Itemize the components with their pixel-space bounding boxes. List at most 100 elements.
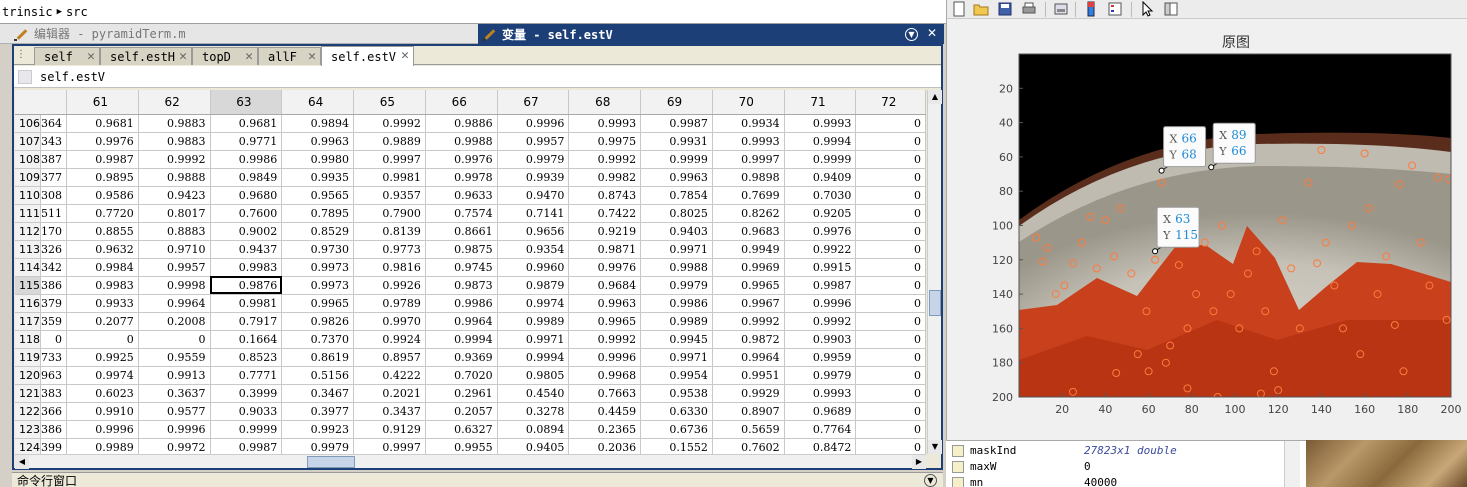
table-cell[interactable]: 0.9996 <box>497 114 570 133</box>
table-cell[interactable]: 0.9871 <box>568 240 642 259</box>
arrow-down-icon[interactable]: ▼ <box>928 440 942 454</box>
table-cell[interactable]: 0.9354 <box>497 240 570 259</box>
table-cell[interactable]: 0.9994 <box>425 330 498 349</box>
table-cell[interactable]: 0.9789 <box>353 294 426 313</box>
table-cell[interactable]: 0.9992 <box>568 330 642 349</box>
table-cell[interactable]: 0.9993 <box>568 114 642 133</box>
table-cell[interactable]: 0.7602 <box>712 438 785 454</box>
table-cell[interactable]: 0.9976 <box>784 222 857 241</box>
close-icon[interactable]: ✕ <box>308 49 316 64</box>
table-cell[interactable]: 0.9773 <box>353 240 426 259</box>
table-cell[interactable]: 0.9992 <box>353 114 426 133</box>
row-header[interactable]: 124 <box>15 438 41 454</box>
table-cell[interactable]: 0.9970 <box>353 312 426 331</box>
table-cell[interactable]: 0.9903 <box>784 330 857 349</box>
table-cell[interactable]: 0.9883 <box>138 132 211 151</box>
horizontal-scrollbar[interactable]: ◀ ▶ <box>15 454 926 469</box>
table-cell[interactable]: 0.9565 <box>281 186 355 205</box>
table-cell[interactable]: 0.9994 <box>497 348 570 367</box>
table-cell[interactable]: 0.9934 <box>712 114 785 133</box>
column-header[interactable]: 70 <box>712 90 785 115</box>
table-cell[interactable]: 0.9129 <box>353 420 426 439</box>
table-cell[interactable]: 0.9577 <box>138 402 211 421</box>
table-cell[interactable]: 0.9929 <box>712 384 785 403</box>
save-icon[interactable] <box>997 1 1013 17</box>
row-header[interactable]: 117 <box>15 312 41 331</box>
table-cell[interactable]: 0.9876 <box>210 276 283 295</box>
table-cell[interactable]: 0.9976 <box>66 132 139 151</box>
table-cell[interactable]: 0 <box>855 222 926 241</box>
table-cell[interactable]: 0.9992 <box>712 312 785 331</box>
table-cell[interactable]: 0.8472 <box>784 438 857 454</box>
table-cell[interactable]: 0.9955 <box>425 438 498 454</box>
table-cell[interactable]: 0 <box>855 168 926 187</box>
table-cell[interactable]: 0.1552 <box>640 438 713 454</box>
table-cell[interactable]: 0 <box>855 420 926 439</box>
table-cell[interactable]: 0.9559 <box>138 348 211 367</box>
arrow-right-icon[interactable]: ▶ <box>912 455 926 469</box>
table-cell[interactable]: 0.9945 <box>640 330 713 349</box>
table-cell[interactable]: 0.9951 <box>712 366 785 385</box>
table-cell[interactable]: 0.8957 <box>353 348 426 367</box>
table-cell[interactable]: 0.9681 <box>66 114 139 133</box>
table-cell[interactable]: 0.9996 <box>138 420 211 439</box>
table-cell[interactable]: 0.9964 <box>712 348 785 367</box>
table-cell[interactable]: 326 <box>40 240 67 259</box>
table-cell[interactable]: 0.9849 <box>210 168 283 187</box>
command-window-titlebar[interactable]: 命令行窗口 ▼ <box>12 472 943 487</box>
table-cell[interactable]: 0.4540 <box>497 384 570 403</box>
table-cell[interactable]: 0 <box>855 276 926 295</box>
table-cell[interactable]: 0.8661 <box>425 222 498 241</box>
table-cell[interactable]: 0.9805 <box>497 366 570 385</box>
image-plot[interactable]: 原图 20 40 60 80 100 120 140 160 180 200 20 40 60 80 10… <box>947 20 1467 440</box>
table-cell[interactable]: 0.2365 <box>568 420 642 439</box>
tab-self-estV[interactable]: self.estV ✕ <box>321 46 414 66</box>
table-cell[interactable]: 0.9964 <box>138 294 211 313</box>
table-cell[interactable]: 0.9730 <box>281 240 355 259</box>
table-cell[interactable]: 0.5659 <box>712 420 785 439</box>
row-header[interactable]: 111 <box>15 204 41 223</box>
table-cell[interactable]: 0 <box>855 402 926 421</box>
table-cell[interactable]: 0.9989 <box>66 438 139 454</box>
open-folder-icon[interactable] <box>973 1 989 17</box>
table-cell[interactable]: 0.9889 <box>353 132 426 151</box>
table-cell[interactable]: 379 <box>40 294 67 313</box>
datatip[interactable]: X 89 Y 66 <box>1208 122 1256 171</box>
table-cell[interactable]: 386 <box>40 420 67 439</box>
table-cell[interactable]: 0 <box>855 348 926 367</box>
table-cell[interactable]: 0.9895 <box>66 168 139 187</box>
vertical-scrollbar[interactable] <box>1284 441 1300 487</box>
colorbar-icon[interactable] <box>1083 1 1099 17</box>
table-cell[interactable]: 342 <box>40 258 67 277</box>
table-cell[interactable]: 0.3437 <box>353 402 426 421</box>
table-cell[interactable]: 0.9680 <box>210 186 283 205</box>
breadcrumb-part[interactable]: src <box>66 5 88 19</box>
table-cell[interactable]: 0.9974 <box>497 294 570 313</box>
scroll-thumb[interactable] <box>929 290 941 316</box>
table-cell[interactable]: 0.9963 <box>281 132 355 151</box>
table-cell[interactable]: 0.9656 <box>497 222 570 241</box>
table-cell[interactable]: 0 <box>138 330 211 349</box>
link-figure-icon[interactable] <box>1053 1 1069 17</box>
table-cell[interactable]: 0.9405 <box>497 438 570 454</box>
table-cell[interactable]: 0.9960 <box>497 258 570 277</box>
datatip[interactable]: X 66 Y 68 <box>1158 126 1207 174</box>
new-file-icon[interactable] <box>951 1 967 17</box>
table-cell[interactable]: 0.4459 <box>568 402 642 421</box>
close-icon[interactable]: ✕ <box>87 49 95 64</box>
table-cell[interactable]: 0.8883 <box>138 222 211 241</box>
table-cell[interactable]: 0.9910 <box>66 402 139 421</box>
table-cell[interactable]: 0.9986 <box>640 294 713 313</box>
row-header[interactable]: 119 <box>15 348 41 367</box>
table-cell[interactable]: 0.9683 <box>712 222 785 241</box>
table-cell[interactable]: 511 <box>40 204 67 223</box>
table-cell[interactable]: 0.9437 <box>210 240 283 259</box>
table-cell[interactable]: 0.9983 <box>210 258 283 277</box>
table-cell[interactable]: 0.9996 <box>66 420 139 439</box>
table-cell[interactable]: 0.2021 <box>353 384 426 403</box>
tab-self[interactable]: self ✕ <box>34 47 100 65</box>
chevron-down-icon[interactable]: ▼ <box>905 27 918 41</box>
table-cell[interactable]: 0.9933 <box>66 294 139 313</box>
table-cell[interactable]: 0.9984 <box>66 258 139 277</box>
table-cell[interactable]: 0.9954 <box>640 366 713 385</box>
